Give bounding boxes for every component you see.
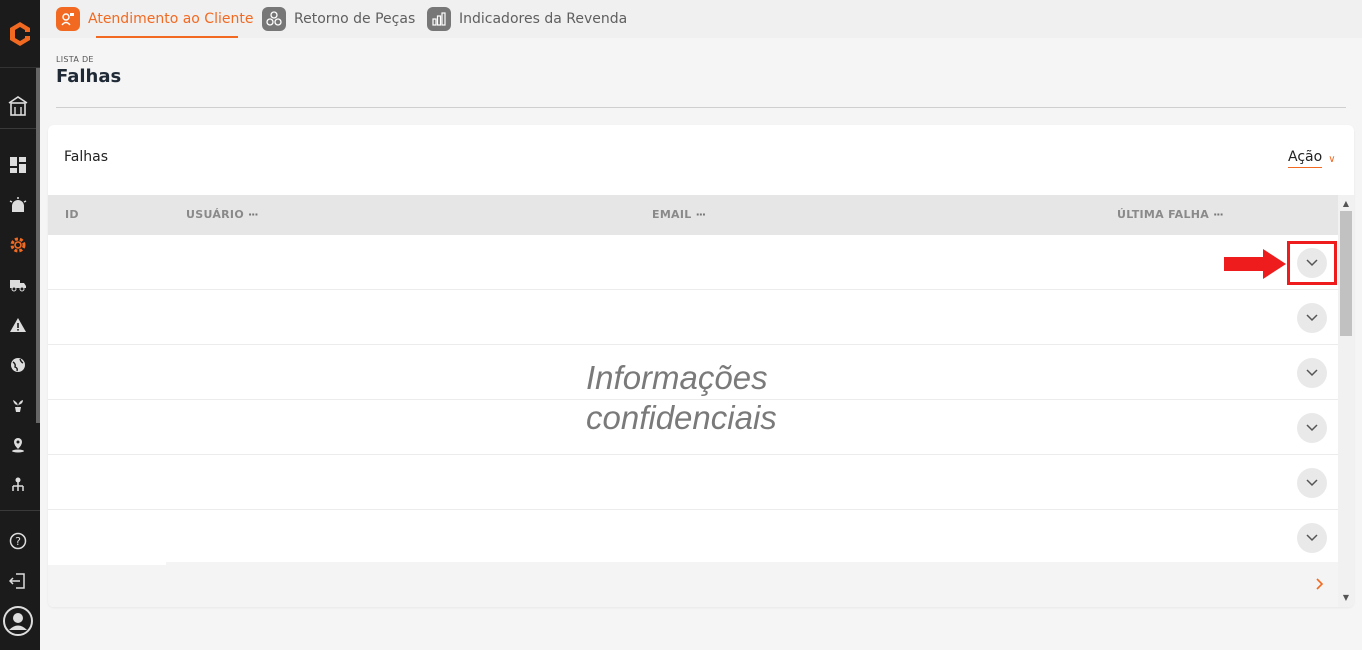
- table-scrollbar[interactable]: ▲ ▼: [1338, 195, 1354, 607]
- column-header-id[interactable]: ID: [65, 208, 79, 221]
- tab-label: Retorno de Peças: [294, 11, 416, 27]
- chevron-right-icon: [1316, 578, 1324, 590]
- footer-edge: [48, 562, 166, 565]
- expand-row-button[interactable]: [1297, 523, 1327, 553]
- truck-icon[interactable]: [0, 267, 36, 303]
- company-icon[interactable]: [0, 88, 36, 124]
- tab-atendimento-ao-cliente[interactable]: Atendimento ao Cliente: [56, 0, 253, 38]
- sidebar-divider: [0, 128, 40, 129]
- table-row: [48, 455, 1338, 510]
- page-subtitle: LISTA DE: [56, 55, 94, 64]
- next-page-button[interactable]: [1310, 574, 1330, 594]
- alarm-icon[interactable]: [0, 187, 36, 223]
- parts-return-icon: [262, 7, 286, 31]
- confidential-overlay: Informações confidenciais: [586, 358, 777, 438]
- expand-row-button[interactable]: [1297, 413, 1327, 443]
- table-row: [48, 510, 1338, 565]
- action-dropdown[interactable]: Ação ∨: [1288, 149, 1336, 168]
- column-header-ultima-falha[interactable]: ÚLTIMA FALHA ···: [1117, 208, 1224, 221]
- column-header-email[interactable]: EMAIL ···: [652, 208, 707, 221]
- overlay-line: confidenciais: [586, 399, 777, 436]
- card-title: Falhas: [64, 149, 108, 165]
- scrollbar-thumb[interactable]: [1340, 211, 1352, 336]
- customer-service-icon: [56, 7, 80, 31]
- settings-gear-icon[interactable]: [0, 227, 36, 263]
- location-icon[interactable]: [0, 427, 36, 463]
- help-icon[interactable]: ?: [0, 523, 36, 559]
- heading-divider: [56, 107, 1346, 108]
- scroll-up-icon[interactable]: ▲: [1341, 199, 1351, 209]
- plant-icon[interactable]: [0, 387, 36, 423]
- active-tab-indicator: [96, 36, 238, 38]
- chevron-down-icon: [1306, 534, 1318, 542]
- sidebar-scrollbar[interactable]: [36, 68, 40, 423]
- column-menu-icon[interactable]: ···: [696, 208, 707, 221]
- top-tab-bar: Atendimento ao Cliente Retorno de Peças …: [40, 0, 1362, 38]
- action-label: Ação: [1288, 149, 1323, 168]
- user-avatar-icon[interactable]: [0, 603, 36, 639]
- expand-row-button[interactable]: [1297, 358, 1327, 388]
- logout-icon[interactable]: [0, 563, 36, 599]
- sidebar-divider: [0, 510, 40, 511]
- expand-row-button[interactable]: [1297, 468, 1327, 498]
- dashboard-icon[interactable]: [0, 147, 36, 183]
- bar-chart-icon: [427, 7, 451, 31]
- tab-label: Indicadores da Revenda: [459, 11, 628, 27]
- chevron-down-icon: [1306, 479, 1318, 487]
- table-row: [48, 290, 1338, 345]
- chevron-down-icon: [1306, 314, 1318, 322]
- tab-indicadores-da-revenda[interactable]: Indicadores da Revenda: [427, 0, 627, 38]
- annotation-highlight-box: [1287, 241, 1337, 285]
- table-pagination-footer: [48, 562, 1338, 607]
- logo-icon: [10, 21, 30, 46]
- table-row: [48, 235, 1338, 290]
- app-logo[interactable]: [0, 0, 40, 68]
- page-title: Falhas: [56, 66, 122, 87]
- column-menu-icon[interactable]: ···: [1213, 208, 1224, 221]
- chevron-down-icon: [1306, 424, 1318, 432]
- svg-text:?: ?: [15, 535, 21, 548]
- globe-icon[interactable]: [0, 347, 36, 383]
- column-header-usuario[interactable]: USUÁRIO ···: [186, 208, 258, 221]
- annotation-arrow-icon: [1224, 249, 1286, 279]
- scroll-down-icon[interactable]: ▼: [1341, 593, 1351, 603]
- expand-row-button[interactable]: [1297, 303, 1327, 333]
- chevron-down-icon: [1306, 369, 1318, 377]
- overlay-line: Informações: [586, 359, 768, 396]
- hierarchy-icon[interactable]: [0, 467, 36, 503]
- sidebar: ?: [0, 0, 40, 650]
- warning-icon[interactable]: [0, 307, 36, 343]
- column-menu-icon[interactable]: ···: [248, 208, 259, 221]
- chevron-down-icon: ∨: [1328, 154, 1336, 165]
- tab-label: Atendimento ao Cliente: [88, 11, 254, 27]
- tab-retorno-de-pecas[interactable]: Retorno de Peças: [262, 0, 415, 38]
- table-header: ID USUÁRIO ··· EMAIL ··· ÚLTIMA FALHA ···: [48, 195, 1338, 235]
